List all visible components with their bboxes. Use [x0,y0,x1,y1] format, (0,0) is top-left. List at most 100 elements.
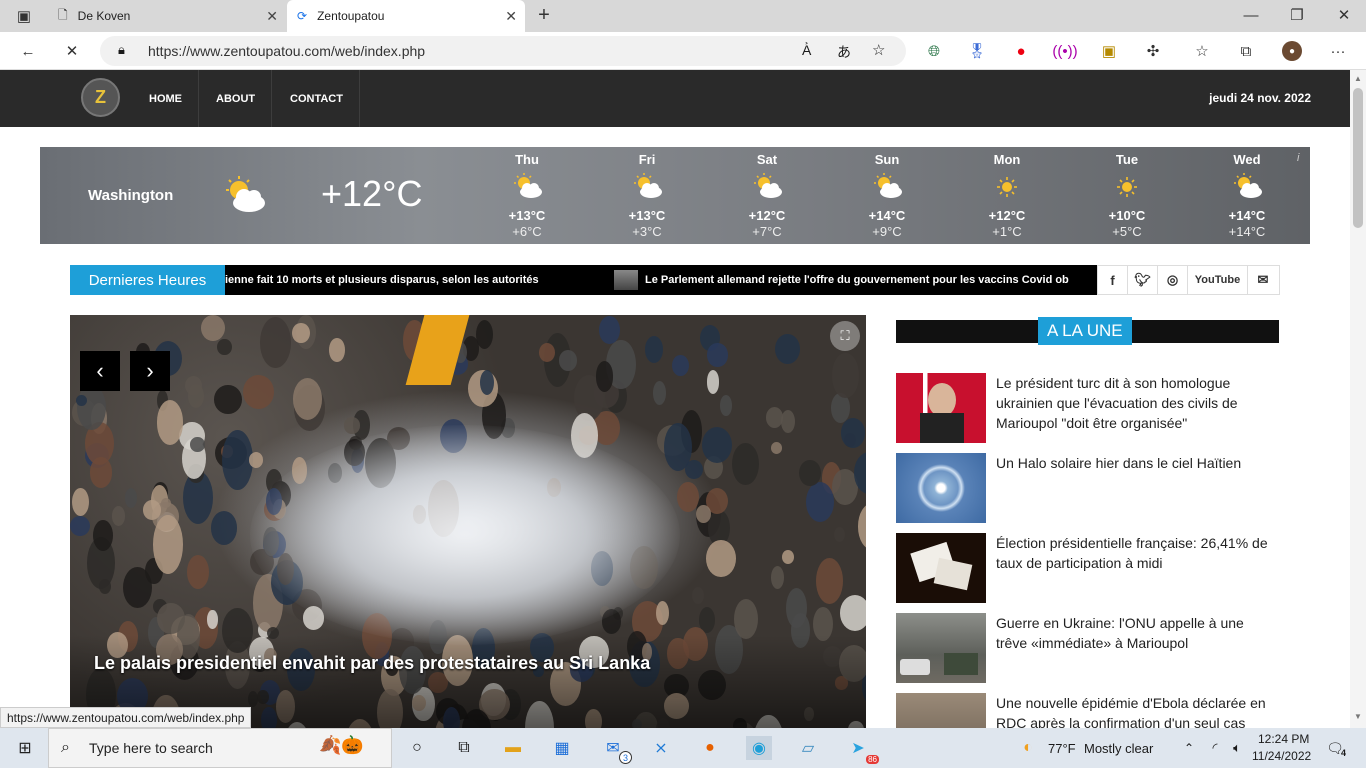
close-tab-icon[interactable]: ✕ [505,8,517,25]
close-tab-icon[interactable]: ✕ [266,8,278,25]
slider-next-button[interactable]: › [130,351,170,391]
hero-title[interactable]: Le palais presidentiel envahit par des p… [94,653,650,674]
collections-icon[interactable]: ⧉ [1236,41,1256,61]
news-title[interactable]: Élection présidentielle française: 26,41… [996,533,1276,573]
info-icon[interactable]: i [1297,152,1299,164]
scroll-down-arrow[interactable]: ▼ [1354,712,1362,721]
weather-widget: Washington +12°C Thu +13°C +6°C Fri +13°C +3°… [40,147,1310,244]
new-tab-icon[interactable]: + [534,4,554,26]
vpn-extension-icon[interactable]: 🌐︎ [924,41,944,61]
close-window-icon[interactable]: ✕ [1334,5,1354,25]
notifications-icon[interactable]: 🗨︎ 4 [1322,736,1348,760]
news-item[interactable]: Élection présidentielle française: 26,41… [896,533,1279,603]
forecast-day: Fri +13°C +3°C [587,147,707,244]
read-aloud-icon[interactable]: A͐ [802,42,811,58]
nav-contact[interactable]: CONTACT [274,70,360,127]
crowd-shape [242,375,274,410]
taskbar-weather-desc[interactable]: Mostly clear [1084,741,1153,756]
crowd-shape [771,565,785,589]
back-icon[interactable]: ← [18,41,38,61]
crowd-shape [71,488,89,517]
taskbar-weather-temp[interactable]: 77°F [1048,741,1076,756]
url-text[interactable]: https://www.zentoupatou.com/web/index.ph… [148,43,425,59]
taskbar-search[interactable]: ⌕ Type here to search 🍂🎃 [48,728,392,768]
partly-cloudy-icon [753,173,783,199]
crowd-shape [731,442,759,486]
store-icon[interactable]: ▦ [549,736,575,760]
browser-toolbar: ← ✕ 🔒︎ https://www.zentoupatou.com/web/i… [0,32,1366,70]
news-item[interactable]: Le président turc dit à son homologue uk… [896,373,1279,443]
page-scrollbar[interactable]: ▲ ▼ [1350,70,1366,728]
news-thumbnail [896,693,986,728]
settings-more-icon[interactable]: ··· [1328,41,1348,61]
address-bar[interactable]: 🔒︎ https://www.zentoupatou.com/web/index… [100,36,906,66]
crowd-shape [190,437,205,452]
nav-about[interactable]: ABOUT [200,70,273,127]
news-title[interactable]: Un Halo solaire hier dans le ciel Haïtie… [996,453,1276,473]
crowd-shape [70,516,91,537]
crowd-shape [781,409,796,433]
minimize-icon[interactable]: — [1241,5,1261,25]
scroll-thumb[interactable] [1353,88,1363,228]
instagram-icon[interactable]: ◎ [1158,266,1188,294]
crowd-shape [696,504,712,523]
forecast-high-temp: +14°C [868,208,906,223]
youtube-icon[interactable]: YouTube [1188,266,1248,294]
mail-icon[interactable]: ✉ [1248,266,1278,294]
windows-start-icon[interactable]: ⊞ [12,736,38,760]
cortana-icon[interactable]: ○ [404,736,430,760]
clock-time[interactable]: 12:24 PM [1258,732,1309,746]
sunny-icon [997,177,1017,197]
forecast-day-name: Sat [756,152,778,167]
news-title[interactable]: Guerre en Ukraine: l'ONU appelle à une t… [996,613,1276,653]
status-url-preview: https://www.zentoupatou.com/web/index.ph… [0,707,252,728]
slider-prev-button[interactable]: ‹ [80,351,120,391]
ticker-item[interactable]: Le Parlement allemand rejette l'offre du… [645,265,1097,295]
broadcast-extension-icon[interactable]: ((•)) [1052,41,1077,61]
clock-date[interactable]: 11/24/2022 [1252,749,1311,763]
tab-de-koven[interactable]: 🗋 De Koven ✕ [48,0,286,32]
smoke-cloud [250,425,680,645]
telegram-icon[interactable]: ➤ 86 [845,736,879,764]
news-item[interactable]: Un Halo solaire hier dans le ciel Haïtie… [896,453,1279,523]
opera-extension-icon[interactable]: ● [1011,41,1031,61]
news-title[interactable]: Une nouvelle épidémie d'Ebola déclarée e… [996,693,1276,728]
badge-extension-icon[interactable]: 🎖︎ [967,41,987,61]
edge-icon[interactable]: ◉ [746,736,772,760]
folder-extension-icon[interactable]: ▣ [1099,41,1119,61]
forecast-day: Thu +13°C +6°C [467,147,587,244]
vscode-icon[interactable]: ⨯ [648,736,674,760]
favorites-icon[interactable]: ☆ [1192,41,1212,61]
task-view-icon[interactable]: ⧉ [451,736,477,760]
extensions-icon[interactable]: ✣ [1143,41,1163,61]
tab-zentoupatou[interactable]: ⟳ Zentoupatou ✕ [287,0,525,32]
file-explorer-icon[interactable]: ▬ [500,736,526,760]
scroll-up-arrow[interactable]: ▲ [1354,74,1362,83]
news-item[interactable]: Guerre en Ukraine: l'ONU appelle à une t… [896,613,1279,683]
news-item[interactable]: Une nouvelle épidémie d'Ebola déclarée e… [896,693,1279,728]
stop-loading-icon[interactable]: ✕ [62,41,82,61]
facebook-icon[interactable]: f [1098,266,1128,294]
notes-app-icon[interactable]: ▱ [795,736,821,760]
zoom-icon[interactable]: ⛶ [830,321,860,351]
translate-icon[interactable]: あ [837,42,851,62]
volume-icon[interactable]: 🔈︎ [1224,736,1250,760]
forecast-high-temp: +12°C [988,208,1026,223]
ticker-text: Le Parlement allemand rejette l'offre du… [645,274,1069,286]
ticker-item[interactable]: ienne fait 10 morts et plusieurs disparu… [225,265,615,295]
site-logo[interactable]: Z [81,78,120,117]
twitter-icon[interactable]: 🐦︎ [1128,266,1158,294]
mail-icon[interactable]: ✉ 3 [600,736,632,764]
add-favorite-icon[interactable]: ☆ [872,41,885,59]
crowd-shape [142,499,162,520]
restore-icon[interactable]: ❐ [1287,5,1307,25]
crowd-shape [595,361,614,392]
forecast-low-temp: +5°C [1112,224,1142,239]
nav-home[interactable]: HOME [133,70,199,127]
profile-avatar[interactable]: ● [1282,41,1302,61]
firefox-icon[interactable]: ● [697,736,723,760]
chevron-up-icon[interactable]: ⌃ [1176,736,1202,760]
tab-actions-icon[interactable]: ▣ [14,6,34,26]
hero-slider[interactable]: ‹ › ⛶ Le palais presidentiel envahit par… [70,315,866,728]
news-title[interactable]: Le président turc dit à son homologue uk… [996,373,1276,433]
